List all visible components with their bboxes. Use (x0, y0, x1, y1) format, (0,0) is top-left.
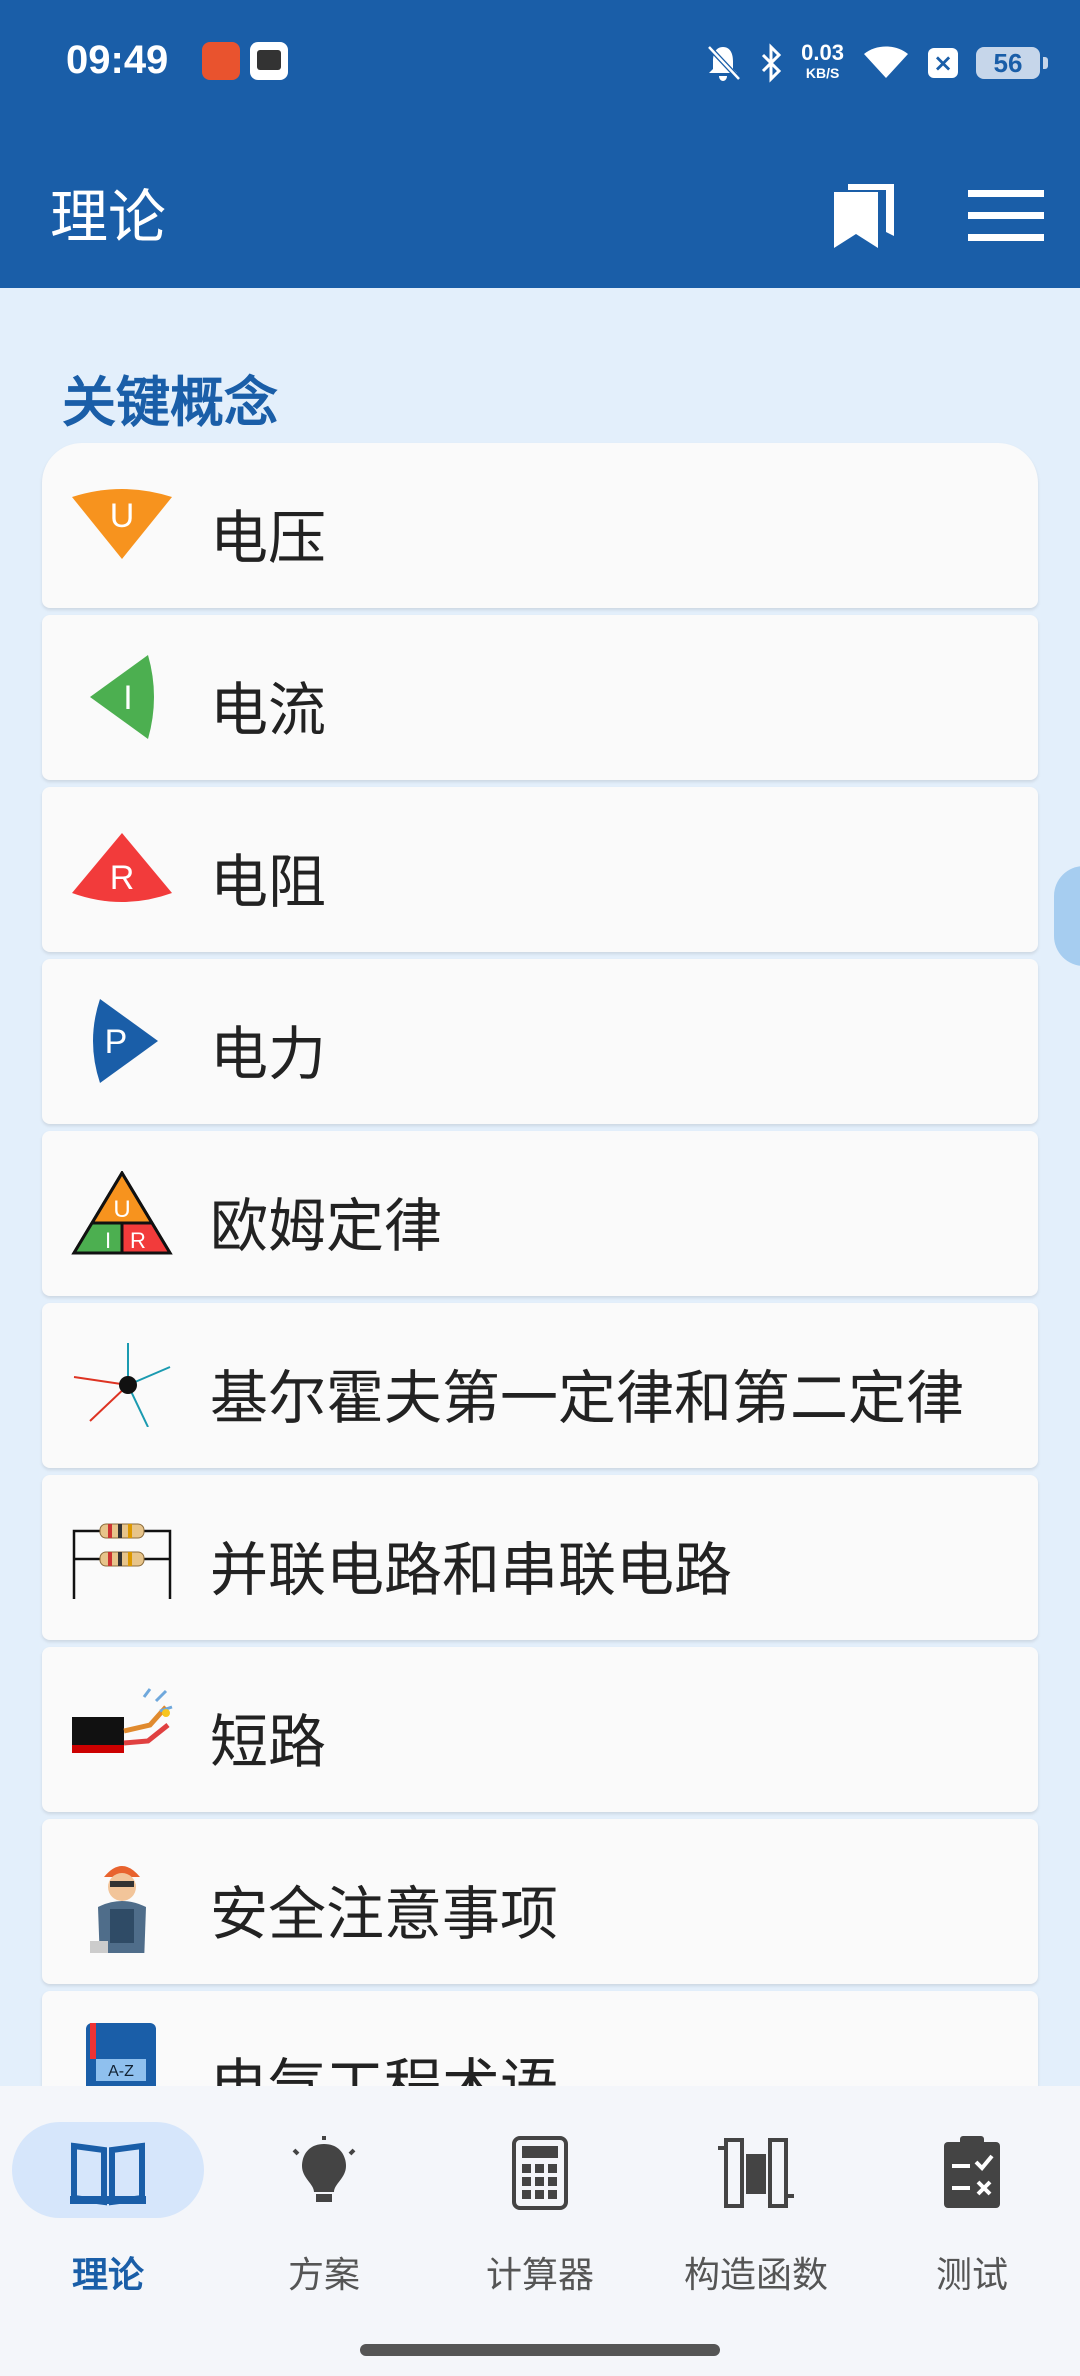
concept-list: U 电压 I 电流 R 电阻 P 电力 U I R 欧姆定律 基尔霍夫第一定律和… (42, 443, 1038, 2163)
tab-calculator[interactable]: 计算器 (432, 2086, 648, 2306)
bluetooth-icon (762, 43, 782, 83)
list-item-ohms-law[interactable]: U I R 欧姆定律 (42, 1131, 1038, 1296)
tab-constructors[interactable]: 构造函数 (648, 2086, 864, 2306)
list-item-resistance[interactable]: R 电阻 (42, 787, 1038, 952)
list-item-label: 安全注意事项 (210, 1880, 559, 1948)
tab-label: 构造函数 (683, 2255, 828, 2296)
tab-test[interactable]: 测试 (864, 2086, 1080, 2306)
svg-text:U: U (113, 1196, 130, 1223)
svg-text:P: P (105, 1023, 128, 1061)
list-item-label: 短路 (210, 1708, 327, 1776)
list-item-short-circuit[interactable]: 短路 (42, 1647, 1038, 1812)
tab-plans[interactable]: 方案 (216, 2086, 432, 2306)
menu-icon[interactable] (968, 188, 1044, 244)
home-indicator[interactable] (360, 2344, 720, 2356)
circuit-board-icon (718, 2138, 794, 2208)
status-bar: 09:49 0.03 KB/S × 56 (0, 0, 1080, 130)
list-item-label: 并联电路和串联电路 (210, 1536, 733, 1604)
battery-icon: 56 (976, 47, 1048, 79)
ohms-law-triangle-icon: U I R (71, 1171, 173, 1255)
list-item-current[interactable]: I 电流 (42, 615, 1038, 780)
status-time: 09:49 (66, 38, 169, 82)
list-item-circuits[interactable]: 并联电路和串联电路 (42, 1475, 1038, 1640)
list-item-label: 电力 (210, 1020, 327, 1088)
list-item-safety[interactable]: 安全注意事项 (42, 1819, 1038, 1984)
list-item-label: 电压 (210, 504, 327, 572)
current-icon: I (90, 655, 154, 739)
svg-text:I: I (123, 679, 132, 717)
bell-muted-icon (707, 45, 741, 81)
circuit-resistors-icon (72, 1523, 172, 1599)
mt-app-icon (250, 42, 288, 80)
list-item-label: 电阻 (210, 848, 327, 916)
edge-drawer-handle[interactable] (1054, 866, 1080, 966)
list-item-kirchhoff[interactable]: 基尔霍夫第一定律和第二定律 (42, 1303, 1038, 1468)
list-item-label: 电流 (210, 676, 327, 744)
section-title: 关键概念 (62, 371, 278, 434)
app-bar: 理论 (0, 130, 1080, 288)
tab-theory[interactable]: 理论 (0, 2086, 216, 2306)
svg-text:U: U (110, 497, 135, 535)
svg-text:A-Z: A-Z (108, 2063, 134, 2080)
notification-app-icon (202, 42, 240, 80)
list-item-power[interactable]: P 电力 (42, 959, 1038, 1124)
short-circuit-icon (72, 1688, 173, 1753)
wifi-icon (864, 46, 908, 78)
test-clipboard-icon (944, 2136, 1000, 2208)
bookmark-icon[interactable] (830, 180, 900, 250)
svg-text:R: R (130, 1228, 146, 1253)
tab-label: 计算器 (485, 2255, 594, 2296)
lightbulb-icon (292, 2136, 356, 2202)
svg-text:I: I (105, 1228, 111, 1253)
bottom-navigation: 理论 方案 计算器 构造函数 测试 (0, 2086, 1080, 2376)
status-right-icons: 0.03 KB/S × 56 (705, 38, 1048, 88)
list-item-label: 基尔霍夫第一定律和第二定律 (210, 1364, 965, 1432)
power-icon: P (93, 999, 158, 1083)
list-item-voltage[interactable]: U 电压 (42, 443, 1038, 608)
kirchhoff-node-icon (73, 1343, 171, 1427)
book-icon (70, 2142, 146, 2206)
net-speed: 0.03 KB/S (801, 40, 844, 82)
list-item-label: 欧姆定律 (210, 1192, 443, 1260)
page-title: 理论 (50, 183, 167, 251)
x-app-icon: × (928, 48, 958, 78)
svg-text:R: R (110, 859, 135, 897)
calculator-icon (512, 2136, 568, 2210)
tab-label: 方案 (287, 2255, 360, 2296)
tab-label: 理论 (71, 2255, 144, 2296)
voltage-icon: U (72, 489, 172, 559)
tab-label: 测试 (935, 2255, 1008, 2296)
electrician-icon (90, 1866, 146, 1953)
resistance-icon: R (72, 833, 172, 902)
